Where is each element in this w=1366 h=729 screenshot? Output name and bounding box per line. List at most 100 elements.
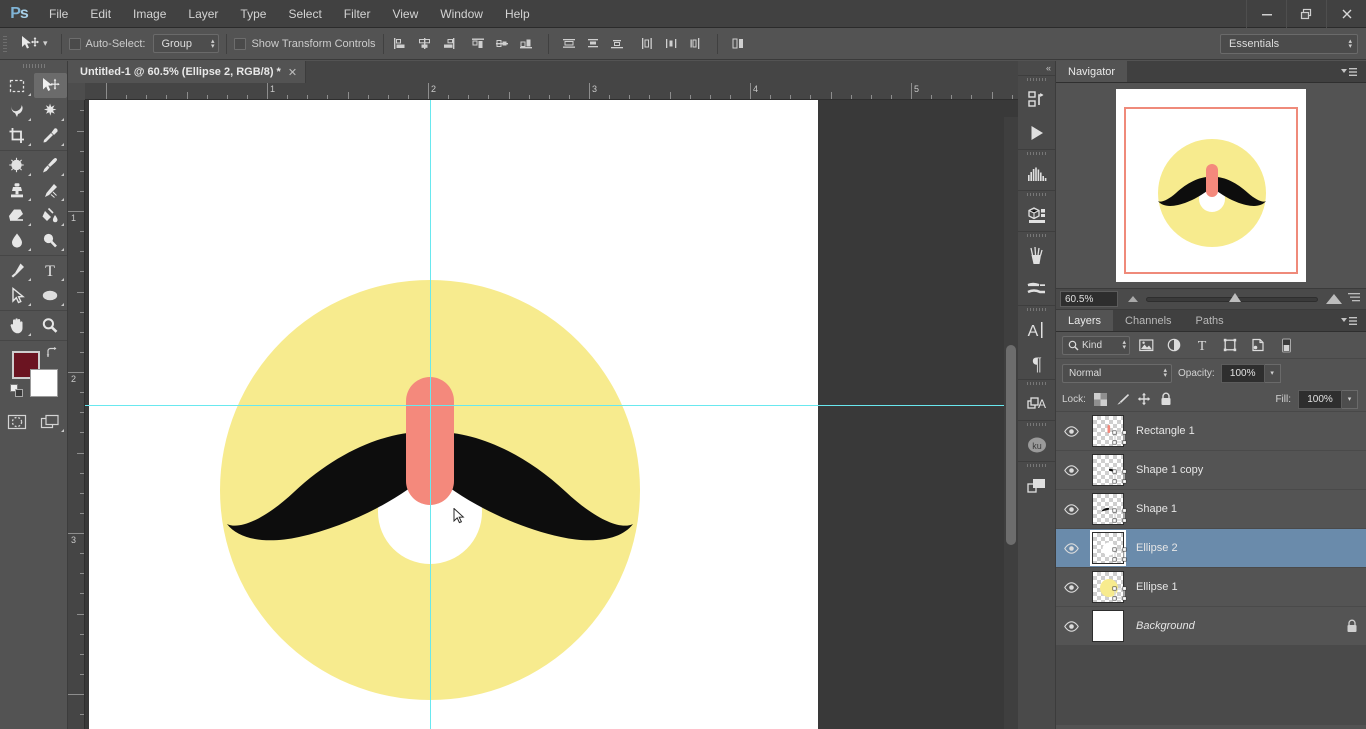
dock-grip[interactable] [1018, 232, 1055, 239]
menu-file[interactable]: File [38, 0, 79, 28]
layer-thumbnail-cell[interactable] [1086, 571, 1130, 603]
menu-help[interactable]: Help [494, 0, 541, 28]
zoom-slider[interactable] [1146, 292, 1318, 302]
document-tab[interactable]: Untitled-1 @ 60.5% (Ellipse 2, RGB/8) * … [68, 61, 307, 83]
distribute-top-edges-icon[interactable] [560, 34, 580, 54]
glyphs-panel-icon[interactable]: A [1018, 387, 1056, 420]
filter-pixel-layers-icon[interactable] [1134, 335, 1158, 356]
auto-align-layers-icon[interactable] [729, 34, 749, 54]
align-vertical-centers-icon[interactable] [493, 34, 513, 54]
layer-thumbnail-cell[interactable] [1086, 454, 1130, 486]
workspace-select[interactable]: Essentials ▴ ▾ [1220, 33, 1358, 54]
lock-transparent-pixels-icon[interactable] [1093, 392, 1108, 407]
layer-thumbnail-cell[interactable] [1086, 610, 1130, 642]
layer-thumbnail-cell[interactable] [1086, 493, 1130, 525]
swap-colors-icon[interactable] [46, 347, 59, 363]
dock-grip[interactable] [1018, 421, 1055, 428]
layer-row[interactable]: Ellipse 2 [1056, 529, 1366, 568]
filter-toggle-icon[interactable] [1274, 335, 1298, 356]
align-left-edges-icon[interactable] [391, 34, 411, 54]
align-right-edges-icon[interactable] [439, 34, 459, 54]
quick-selection-tool[interactable] [34, 98, 68, 123]
layer-name[interactable]: Rectangle 1 [1130, 425, 1338, 437]
lock-position-icon[interactable] [1137, 392, 1152, 407]
layer-name[interactable]: Shape 1 copy [1130, 464, 1338, 476]
horizontal-guide[interactable] [85, 405, 1018, 406]
layer-visibility-toggle[interactable] [1056, 542, 1086, 554]
distribute-left-edges-icon[interactable] [638, 34, 658, 54]
layer-thumbnail[interactable] [1092, 610, 1124, 642]
expand-panels-icon[interactable]: « [1018, 61, 1055, 75]
quick-mask-mode-icon[interactable] [0, 409, 34, 434]
filter-type-layers-icon[interactable]: T [1190, 335, 1214, 356]
layer-row[interactable]: Ellipse 1 [1056, 568, 1366, 607]
tab-paths[interactable]: Paths [1184, 310, 1236, 331]
show-transform-controls-checkbox[interactable] [234, 37, 247, 50]
blend-mode-select[interactable]: Normal ▴ ▾ [1062, 363, 1172, 383]
fill-input[interactable]: 100% [1298, 389, 1342, 409]
zoom-out-icon[interactable] [1128, 296, 1138, 302]
screen-mode-icon[interactable] [34, 409, 68, 434]
brush-tool[interactable] [34, 153, 68, 178]
layer-visibility-toggle[interactable] [1056, 503, 1086, 515]
hand-tool[interactable] [0, 313, 34, 338]
filter-kind-spinner-icon[interactable]: ▴ ▾ [1122, 339, 1126, 351]
history-brush-tool[interactable] [34, 178, 68, 203]
zoom-tool[interactable] [34, 313, 68, 338]
dock-grip[interactable] [1018, 76, 1055, 83]
dock-grip[interactable] [1018, 191, 1055, 198]
filter-smart-object-icon[interactable] [1246, 335, 1270, 356]
distribute-horizontal-centers-icon[interactable] [662, 34, 682, 54]
zoom-level-input[interactable]: 60.5% [1060, 291, 1118, 307]
layer-name[interactable]: Ellipse 1 [1130, 581, 1338, 593]
scope-spinner-icon[interactable]: ▴ ▾ [211, 38, 215, 50]
menu-filter[interactable]: Filter [333, 0, 382, 28]
layer-row[interactable]: Shape 1 copy [1056, 451, 1366, 490]
vertical-scrollbar-thumb[interactable] [1006, 345, 1016, 545]
eyedropper-tool[interactable] [34, 123, 68, 148]
actions-panel-icon[interactable] [1018, 116, 1056, 149]
dock-grip[interactable] [1018, 462, 1055, 469]
opacity-input[interactable]: 100% [1220, 363, 1265, 383]
menu-layer[interactable]: Layer [177, 0, 229, 28]
ruler-origin[interactable] [68, 83, 85, 100]
vertical-ruler[interactable]: 123 [68, 100, 85, 729]
document-canvas[interactable] [89, 100, 818, 729]
align-top-edges-icon[interactable] [469, 34, 489, 54]
dodge-tool[interactable] [34, 228, 68, 253]
horizontal-ruler[interactable]: 12345 [68, 83, 1018, 100]
zoom-in-icon[interactable] [1326, 294, 1342, 304]
dock-grip[interactable] [1018, 150, 1055, 157]
styles-panel-icon[interactable] [1018, 469, 1056, 502]
vertical-guide[interactable] [430, 100, 431, 729]
blur-tool[interactable] [0, 228, 34, 253]
layer-visibility-toggle[interactable] [1056, 425, 1086, 437]
lock-all-icon[interactable] [1159, 392, 1174, 407]
auto-select-checkbox[interactable] [68, 37, 81, 50]
opacity-dropdown-icon[interactable]: ▾ [1264, 363, 1281, 383]
tab-layers[interactable]: Layers [1056, 310, 1114, 331]
options-bar-grip[interactable] [0, 28, 10, 60]
layer-row[interactable]: Shape 1 [1056, 490, 1366, 529]
3d-panel-icon[interactable] [1018, 198, 1056, 231]
path-selection-tool[interactable] [0, 283, 34, 308]
layer-thumbnail-cell[interactable] [1086, 530, 1130, 566]
distribute-right-edges-icon[interactable] [686, 34, 706, 54]
gradient-tool[interactable] [34, 203, 68, 228]
layer-name[interactable]: Background [1130, 620, 1338, 632]
default-colors-icon[interactable] [10, 384, 24, 403]
background-color-swatch[interactable] [30, 369, 58, 397]
layers-panel-menu-icon[interactable] [1332, 310, 1366, 331]
layer-row[interactable]: Background [1056, 607, 1366, 646]
tool-preset-chevron-icon[interactable]: ▾ [43, 38, 48, 49]
ellipse-shape-tool[interactable] [34, 283, 68, 308]
crop-tool[interactable] [0, 123, 34, 148]
menu-select[interactable]: Select [277, 0, 332, 28]
blend-mode-spinner-icon[interactable]: ▴ ▾ [1163, 367, 1167, 379]
navigator-body[interactable] [1056, 83, 1366, 288]
layer-name[interactable]: Shape 1 [1130, 503, 1338, 515]
layer-visibility-toggle[interactable] [1056, 581, 1086, 593]
spot-healing-brush-tool[interactable] [0, 153, 34, 178]
move-tool[interactable] [33, 73, 67, 98]
character-panel-icon[interactable]: A [1018, 313, 1056, 346]
